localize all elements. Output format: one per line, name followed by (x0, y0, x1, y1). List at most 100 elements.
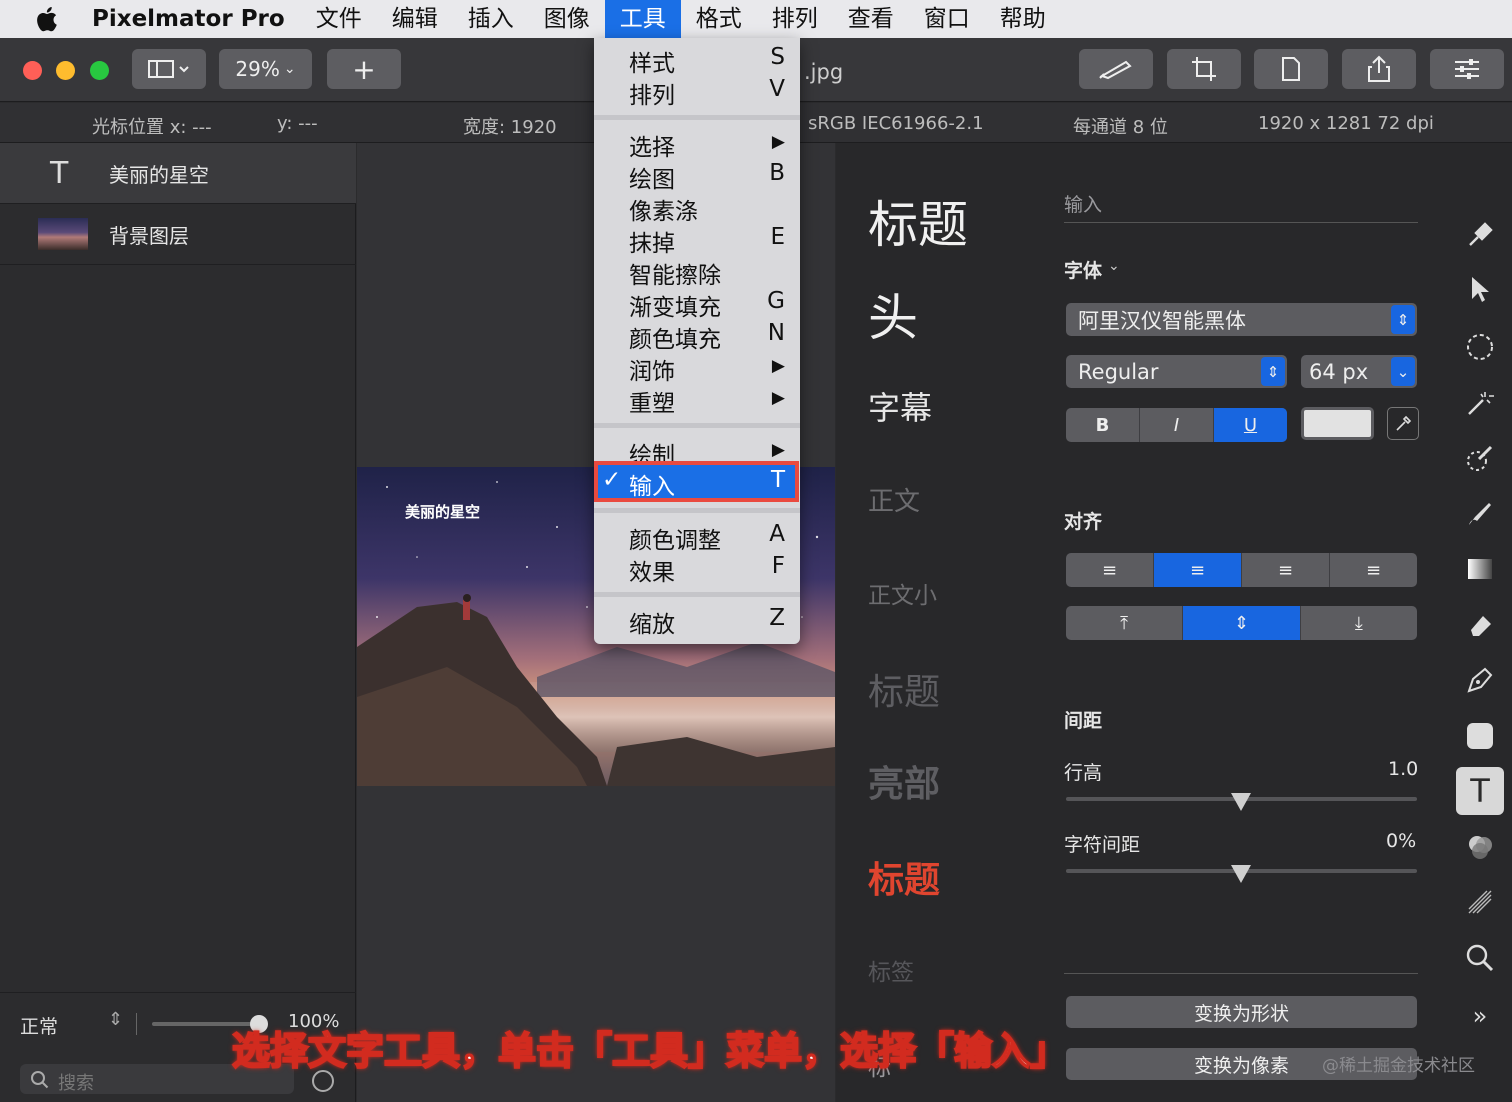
align-middle-button[interactable]: ⇕ (1183, 606, 1301, 640)
arrange-tool-icon[interactable] (1462, 272, 1498, 308)
crop-button[interactable] (1167, 49, 1241, 89)
menu-item-smart-erase[interactable]: 智能擦除 (629, 256, 785, 290)
shape-tool-icon[interactable] (1462, 718, 1498, 754)
layer-background[interactable]: 背景图层 (0, 204, 356, 264)
color-adjust-icon[interactable] (1462, 829, 1498, 865)
layers-panel: T 美丽的星空 背景图层 正常 ⇕ 100% 搜索 (0, 143, 356, 1102)
blend-mode-select[interactable]: 正常 (20, 1012, 58, 1039)
menu-help[interactable]: 帮助 (985, 0, 1061, 38)
align-top-button[interactable]: ⤒ (1066, 606, 1184, 640)
text-format-buttons: B I U (1066, 408, 1287, 442)
document-button[interactable] (1254, 49, 1328, 89)
menu-separator (594, 115, 800, 120)
layer-text[interactable]: T 美丽的星空 (0, 143, 356, 203)
align-center-button[interactable]: ≡ (1154, 553, 1242, 587)
style-tool-icon[interactable] (1462, 217, 1498, 253)
text-color-well[interactable] (1301, 407, 1374, 440)
document-title: .jpg (804, 60, 844, 84)
crop-icon (1192, 57, 1216, 81)
menu-item-effects[interactable]: 效果 F (629, 553, 785, 587)
zoom-window-button[interactable] (90, 61, 109, 80)
minimize-window-button[interactable] (56, 61, 75, 80)
preset-title-red[interactable]: 标题 (868, 851, 940, 903)
font-section-label[interactable]: 字体 (1064, 256, 1102, 283)
preset-title-outline[interactable]: 标题 (868, 663, 940, 715)
close-window-button[interactable] (23, 61, 42, 80)
align-right-button[interactable]: ≡ (1242, 553, 1330, 587)
brush-icon (1099, 60, 1132, 80)
menu-format[interactable]: 格式 (681, 0, 757, 38)
add-button[interactable]: + (327, 49, 401, 89)
menu-item-pixel[interactable]: 像素涤 (629, 192, 785, 226)
menu-item-paint[interactable]: 绘图 B (629, 160, 785, 194)
eyedropper-button[interactable] (1387, 407, 1419, 440)
menu-item-reshape[interactable]: 重塑 ▶ (629, 384, 785, 418)
app-name-menu[interactable]: Pixelmator Pro (92, 6, 285, 32)
menu-item-retouch[interactable]: 润饰 ▶ (629, 352, 785, 386)
align-left-button[interactable]: ≡ (1066, 553, 1154, 587)
preset-body[interactable]: 正文 (868, 481, 920, 518)
menu-item-gradient-fill[interactable]: 渐变填充 G (629, 288, 785, 322)
selection-tool-icon[interactable] (1462, 329, 1498, 365)
zoom-tool-icon[interactable] (1462, 940, 1498, 976)
sliders-icon (1455, 59, 1479, 79)
adjust-panel-button[interactable] (1430, 49, 1504, 89)
menu-view[interactable]: 查看 (833, 0, 909, 38)
pen-tool-icon[interactable] (1462, 662, 1498, 698)
menu-item-zoom[interactable]: 缩放 Z (629, 605, 785, 639)
checkmark-icon: ✓ (602, 467, 622, 493)
menu-item-arrange[interactable]: 排列 V (629, 76, 785, 110)
font-family-select[interactable]: 阿里汉仪智能黑体 ⇕ (1066, 303, 1417, 336)
align-bottom-button[interactable]: ⤓ (1301, 606, 1417, 640)
preset-heading[interactable]: 头 (868, 278, 918, 350)
line-height-label: 行高 (1064, 762, 1103, 784)
preset-title[interactable]: 标题 (868, 185, 968, 257)
effects-tool-icon[interactable] (1462, 884, 1498, 920)
menu-item-type[interactable]: ✓ 输入 T (594, 461, 799, 502)
share-button[interactable] (1342, 49, 1416, 89)
font-style-select[interactable]: Regular ⇕ (1066, 355, 1287, 388)
underline-button[interactable]: U (1214, 408, 1287, 442)
sidebar-toggle-button[interactable] (132, 49, 206, 89)
more-tools-icon[interactable]: » (1462, 998, 1498, 1034)
menu-tools[interactable]: 工具 (604, 0, 681, 38)
format-brush-button[interactable] (1079, 49, 1153, 89)
zoom-dropdown[interactable]: 29% ⌄ (219, 49, 312, 89)
type-tool-icon[interactable]: T (1456, 767, 1504, 815)
text-input-field[interactable]: 输入 (1064, 190, 1102, 217)
menu-item-color-fill[interactable]: 颜色填充 N (629, 320, 785, 354)
layer-name: 美丽的星空 (109, 162, 209, 187)
italic-button[interactable]: I (1140, 408, 1214, 442)
align-justify-button[interactable]: ≡ (1330, 553, 1417, 587)
convert-to-shape-button[interactable]: 变换为形状 (1066, 996, 1417, 1028)
preset-label[interactable]: 标签 (868, 953, 914, 987)
magic-wand-icon[interactable] (1462, 385, 1498, 421)
menu-item-select[interactable]: 选择 ▶ (629, 128, 785, 162)
bold-button[interactable]: B (1066, 408, 1140, 442)
menu-image[interactable]: 图像 (529, 0, 605, 38)
menu-item-style[interactable]: 样式 S (629, 44, 785, 78)
preset-body-small[interactable]: 正文小 (868, 576, 937, 610)
updown-chevron-icon[interactable]: ⇕ (108, 1009, 123, 1030)
preset-subtitle[interactable]: 字幕 (868, 383, 932, 429)
menu-item-erase[interactable]: 抹掉 E (629, 224, 785, 258)
menu-edit[interactable]: 编辑 (377, 0, 453, 38)
menu-separator (594, 592, 800, 597)
font-size-field[interactable]: 64 px ⌄ (1301, 355, 1417, 388)
preset-highlight[interactable]: 亮部 (868, 755, 940, 807)
menu-window[interactable]: 窗口 (909, 0, 985, 38)
line-height-thumb[interactable] (1231, 793, 1251, 811)
apple-icon[interactable] (0, 5, 92, 33)
photo-text-layer: 美丽的星空 (405, 503, 480, 521)
char-spacing-thumb[interactable] (1231, 865, 1251, 883)
menu-arrange[interactable]: 排列 (757, 0, 833, 38)
gradient-tool-icon[interactable] (1462, 551, 1498, 587)
updown-chevron-icon: ⇕ (1261, 357, 1285, 386)
repair-tool-icon[interactable] (1462, 440, 1498, 476)
menu-item-color-adjust[interactable]: 颜色调整 A (629, 521, 785, 555)
menu-file[interactable]: 文件 (301, 0, 377, 38)
eraser-tool-icon[interactable] (1462, 607, 1498, 643)
menu-insert[interactable]: 插入 (453, 0, 529, 38)
paint-brush-icon[interactable] (1462, 496, 1498, 532)
font-size-value: 64 px (1309, 359, 1369, 384)
